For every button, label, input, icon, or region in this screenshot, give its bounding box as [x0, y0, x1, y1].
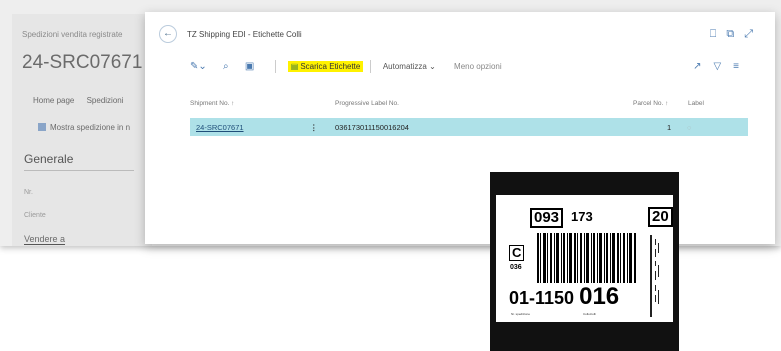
background-action-label: Mostra spedizione in n — [50, 123, 131, 132]
filter-icon[interactable]: ▽ — [713, 61, 721, 72]
bookmark-icon[interactable]: ⎕ — [710, 28, 717, 40]
share-icon[interactable]: ↗ — [693, 61, 701, 72]
label-route-main: 016 — [579, 283, 620, 310]
column-header-shipment-no[interactable]: Shipment No. ↑ — [190, 100, 234, 107]
dialog-title: TZ Shipping EDI - Etichette Colli — [187, 30, 302, 39]
tab-home-page[interactable]: Home page — [33, 96, 74, 105]
list-tools: ↗ ▽ ≡ — [681, 61, 739, 72]
label-icon[interactable]: ◌ — [687, 123, 691, 132]
download-labels-icon: ▤ — [290, 62, 299, 71]
back-button[interactable]: ← — [159, 25, 177, 43]
window-controls: ⎕ ⧉ ⤢ — [700, 28, 753, 41]
column-header-parcel-no[interactable]: Parcel No. ↑ — [633, 100, 668, 107]
meno-opzioni-button[interactable]: Meno opzioni — [454, 62, 502, 71]
label-code-after-box: 173 — [571, 209, 593, 224]
expand-icon[interactable]: ⤢ — [744, 28, 753, 40]
background-field-no: Nr. — [24, 189, 33, 196]
label-sub-code: 036 — [510, 264, 522, 271]
tab-spedizioni[interactable]: Spedizioni — [87, 96, 124, 105]
table-row[interactable]: 24-SRC07671 ⋮ 036173011150016204 1 ◌ — [190, 118, 748, 136]
toolbar-divider — [369, 60, 371, 73]
cell-progressive-label-no: 036173011150016204 — [335, 123, 409, 132]
row-actions-icon[interactable]: ⋮ — [310, 123, 318, 132]
cell-shipment-no[interactable]: 24-SRC07671 — [196, 123, 244, 132]
open-in-new-window-icon[interactable]: ⧉ — [726, 28, 734, 40]
background-section-title[interactable]: Generale — [24, 152, 134, 171]
cell-parcel-no: 1 — [667, 123, 672, 132]
background-field-vendere[interactable]: Vendere a — [24, 234, 66, 245]
excel-icon[interactable]: ▣ — [245, 61, 254, 72]
background-tabs: Home page Spedizioni — [33, 96, 134, 105]
list-menu-icon[interactable]: ≡ — [733, 61, 739, 72]
automatizza-label: Automatizza — [382, 62, 427, 71]
automatizza-menu[interactable]: Automatizza ⌄ — [383, 62, 436, 71]
scarica-etichette-button[interactable]: ▤ Scarica Etichette — [287, 61, 364, 72]
column-header-label[interactable]: Label — [688, 100, 704, 107]
table-header: Shipment No. ↑ Progressive Label No. Par… — [190, 100, 748, 112]
label-code-box: 093 — [530, 208, 564, 228]
toolbar-divider — [274, 60, 276, 73]
scarica-etichette-label: Scarica Etichette — [300, 62, 361, 71]
label-route-code: 01-1150 016 — [509, 285, 619, 309]
action-bar: ✎⌄ ⌕ ▣ ▤ Scarica Etichette Automatizza ⌄ … — [190, 60, 518, 76]
search-icon[interactable]: ⌕ — [223, 61, 229, 72]
chevron-down-icon: ⌄ — [429, 62, 436, 71]
document-icon — [38, 123, 46, 131]
label-footer-left: Nr. spedizione — [511, 312, 531, 316]
background-breadcrumb: Spedizioni vendita registrate — [22, 30, 123, 39]
label-footer-right: Collo/colli — [583, 312, 596, 316]
label-count-box: 20 — [648, 207, 673, 227]
column-header-progressive-label-no[interactable]: Progressive Label No. — [335, 100, 399, 107]
label-route-prefix: 01-1150 — [509, 288, 575, 308]
edit-list-icon[interactable]: ✎⌄ — [190, 61, 207, 72]
label-letter-box: C — [509, 245, 525, 261]
back-arrow-icon: ← — [163, 28, 173, 39]
background-action-mostra[interactable]: Mostra spedizione in n — [38, 123, 130, 132]
labels-dialog: ← TZ Shipping EDI - Etichette Colli ⎕ ⧉ ⤢ … — [145, 12, 775, 244]
background-field-cliente: Cliente — [24, 212, 46, 219]
barcode-image — [537, 233, 636, 283]
background-record-title: 24-SRC07671 — [22, 52, 143, 73]
vertical-code-strip — [650, 235, 659, 317]
